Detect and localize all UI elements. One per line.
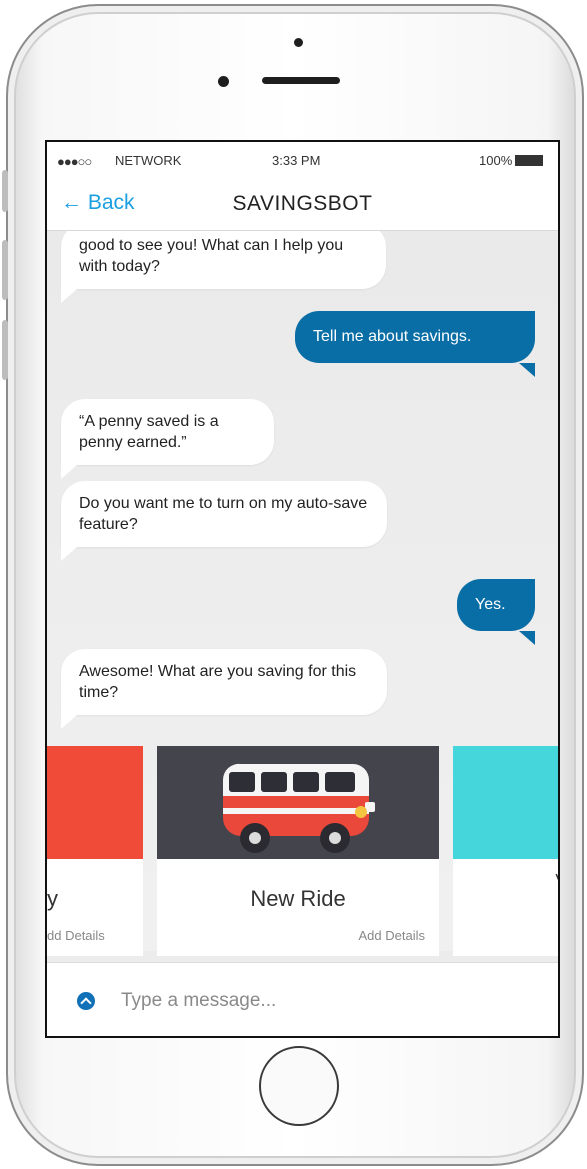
proximity-sensor	[218, 76, 229, 87]
page-title: SAVINGSBOT	[232, 192, 373, 215]
goal-card-name: New Ride	[250, 886, 346, 911]
savings-goal-carousel[interactable]: y dd Details New Ride Add Details	[47, 746, 558, 956]
status-time: 3:33 PM	[272, 153, 321, 168]
bot-message: Awesome! What are you saving for this ti…	[61, 649, 387, 729]
network-name: NETWORK	[115, 153, 182, 168]
message-text: Awesome! What are you saving for this ti…	[79, 663, 357, 701]
front-camera	[294, 38, 303, 47]
chevron-up-icon[interactable]	[77, 992, 95, 1010]
bot-message: Do you want me to turn on my auto-save f…	[61, 481, 387, 561]
user-message: Yes.	[457, 579, 535, 645]
message-text: “A penny saved is a penny earned.”	[79, 413, 219, 451]
message-text: Do you want me to turn on my auto-save f…	[79, 495, 368, 533]
message-text: Tell me about savings.	[313, 328, 472, 345]
goal-card-image	[157, 746, 439, 859]
battery-percent: 100%	[479, 153, 513, 168]
navigation-bar: ← Back SAVINGSBOT	[47, 178, 558, 231]
phone-screen: ●●●○○ NETWORK 3:33 PM 100% ← Back SAVING…	[45, 140, 560, 1038]
goal-card[interactable]: y dd Details	[47, 746, 143, 956]
message-composer	[47, 962, 558, 1036]
message-input[interactable]	[119, 983, 533, 1019]
bot-message: “A penny saved is a penny earned.”	[61, 399, 274, 479]
volume-down-button	[2, 320, 8, 380]
add-details-link[interactable]: Add Details	[359, 928, 425, 943]
goal-card[interactable]: V	[453, 746, 558, 956]
goal-card[interactable]: New Ride Add Details	[157, 746, 439, 956]
signal-strength: ●●●○○	[57, 154, 92, 169]
bot-message: good to see you! What can I help you wit…	[61, 231, 386, 303]
mute-switch	[2, 170, 8, 212]
goal-card-name: y	[47, 886, 58, 911]
goal-card-name: V	[546, 872, 558, 890]
message-text: Yes.	[475, 596, 506, 613]
camper-van-icon	[222, 763, 375, 853]
earpiece-speaker	[262, 77, 340, 84]
volume-up-button	[2, 240, 8, 300]
goal-card-image	[47, 746, 143, 859]
message-text: good to see you! What can I help you wit…	[79, 237, 344, 275]
status-bar: ●●●○○ NETWORK 3:33 PM 100%	[47, 142, 558, 178]
add-details-link[interactable]: dd Details	[47, 928, 105, 943]
user-message: Tell me about savings.	[295, 311, 535, 377]
goal-card-image	[453, 746, 558, 859]
battery-icon	[515, 155, 543, 166]
home-button[interactable]	[259, 1046, 339, 1126]
